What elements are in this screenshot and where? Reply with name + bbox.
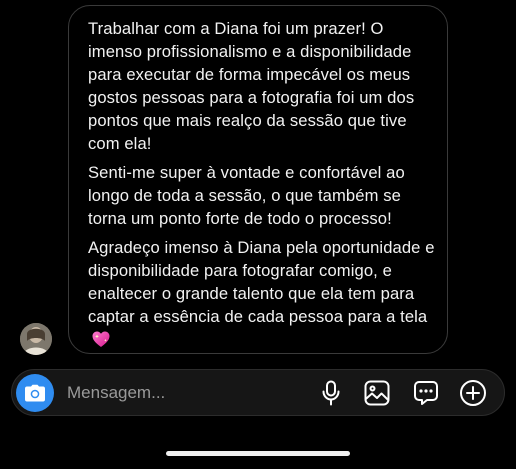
gallery-button[interactable] [362,378,392,408]
gallery-icon [364,380,390,406]
sticker-button[interactable] [411,378,441,408]
camera-icon [25,384,45,402]
sparkling-heart-icon [92,331,110,347]
message-input[interactable]: Mensagem... [67,382,165,404]
message-bubble[interactable]: Trabalhar com a Diana foi um prazer! O i… [68,5,448,354]
camera-button[interactable] [16,374,54,412]
home-indicator[interactable] [166,451,350,456]
message-paragraph-1: Trabalhar com a Diana foi um prazer! O i… [88,19,415,153]
add-button[interactable] [458,378,488,408]
microphone-button[interactable] [316,378,346,408]
message-paragraph-3-wrap: Agradeço imenso à Diana pela oportunidad… [88,236,437,351]
microphone-icon [322,380,340,406]
message-composer[interactable]: Mensagem... [11,369,505,416]
sticker-chat-icon [414,381,438,405]
message-paragraph-3: Agradeço imenso à Diana pela oportunidad… [88,238,435,326]
message-paragraph-2: Senti-me super à vontade e confortável a… [88,163,405,228]
avatar-photo [20,323,52,355]
avatar[interactable] [20,323,52,355]
plus-circle-icon [460,380,486,406]
